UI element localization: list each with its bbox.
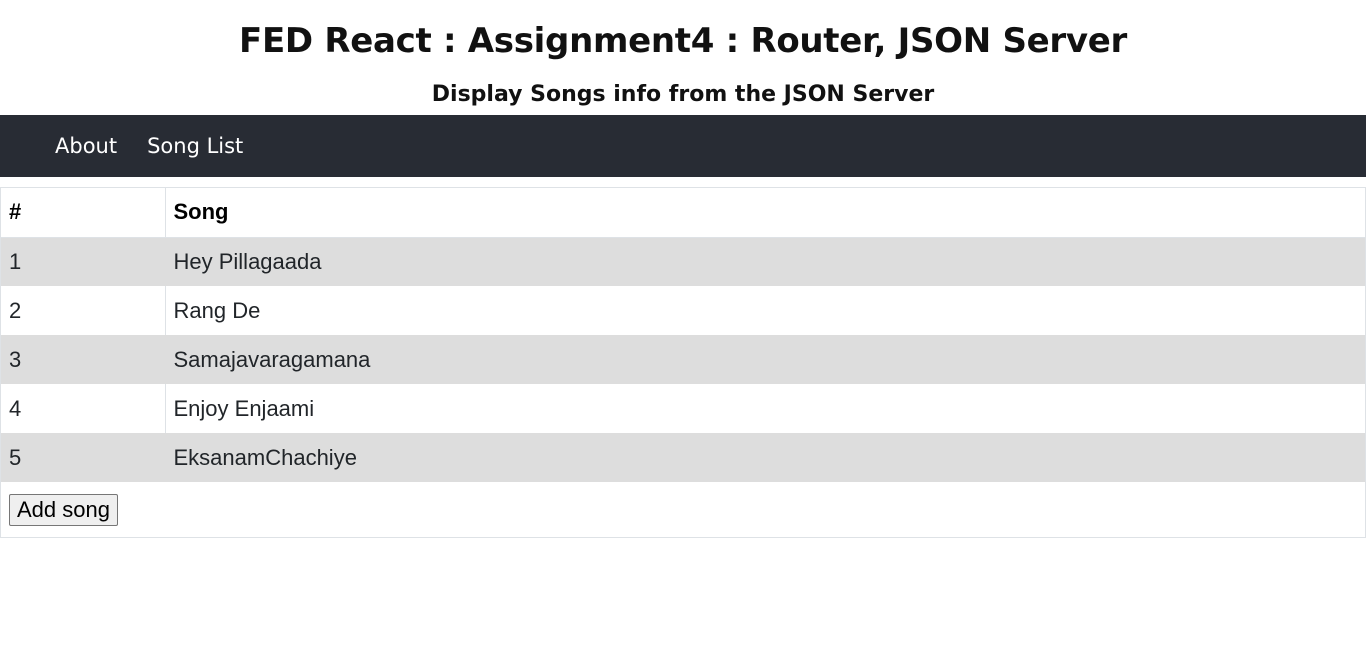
table-row: 3 Samajavaragamana xyxy=(1,335,1365,384)
table-row: 1 Hey Pillagaada xyxy=(1,237,1365,286)
song-name-cell: Rang De xyxy=(173,297,261,323)
songs-table: # Song 1 Hey Pillagaada 2 Rang De 3 Sama… xyxy=(1,188,1365,482)
add-song-button[interactable]: Add song xyxy=(9,493,118,526)
song-number-cell: 4 xyxy=(1,384,166,433)
song-number-cell: 2 xyxy=(1,286,166,335)
top-navbar: About Song List xyxy=(0,115,1366,177)
song-name-cell: Hey Pillagaada xyxy=(165,237,1365,286)
song-name-cell: Enjoy Enjaami xyxy=(173,395,315,421)
table-row: 2 Rang De xyxy=(1,286,1365,335)
column-header-song: Song xyxy=(165,188,1365,238)
table-row: 4 Enjoy Enjaami xyxy=(1,384,1365,433)
table-actions: Add song xyxy=(1,482,1365,537)
nav-link-about[interactable]: About xyxy=(55,134,117,158)
song-name-cell: EksanamChachiye xyxy=(165,433,1365,482)
song-number-cell: 5 xyxy=(1,433,166,482)
song-number-cell: 1 xyxy=(1,237,166,286)
table-header-row: # Song xyxy=(1,188,1365,238)
page-title: FED React : Assignment4 : Router, JSON S… xyxy=(239,21,1127,61)
song-name-cell: Samajavaragamana xyxy=(165,335,1365,384)
column-header-number: # xyxy=(1,188,166,238)
nav-link-song-list[interactable]: Song List xyxy=(147,134,243,158)
song-number-cell: 3 xyxy=(1,335,166,384)
song-list-panel: # Song 1 Hey Pillagaada 2 Rang De 3 Sama… xyxy=(0,187,1366,538)
page-subtitle: Display Songs info from the JSON Server xyxy=(431,82,935,107)
table-row: 5 EksanamChachiye xyxy=(1,433,1365,482)
